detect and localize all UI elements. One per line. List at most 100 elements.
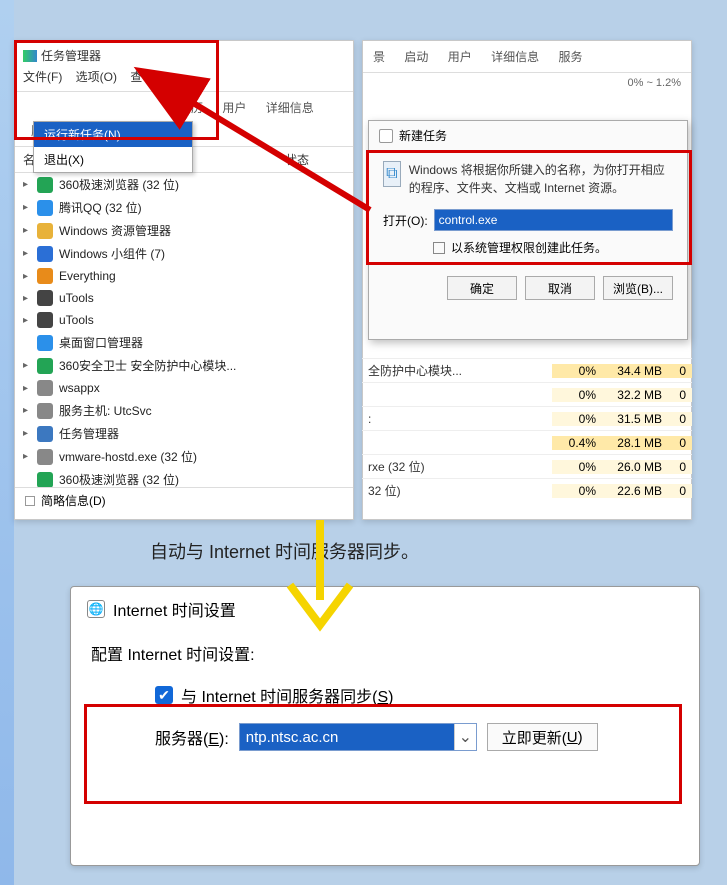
process-row[interactable]: ▸ 任务管理器 bbox=[15, 422, 353, 445]
row-memory: 32.2 MB bbox=[602, 388, 668, 402]
expand-caret-icon[interactable]: ▸ bbox=[23, 405, 35, 416]
run-dialog-description: ⧉ Windows 将根据你所键入的名称，为你打开相应的程序、文件夹、文档或 I… bbox=[383, 161, 673, 197]
process-icon bbox=[37, 312, 53, 328]
row-tail: 0 bbox=[668, 412, 692, 426]
menu-run-new-task[interactable]: 运行新任务(N) bbox=[34, 122, 192, 147]
process-row[interactable]: ▸wsappx bbox=[15, 377, 353, 399]
file-menu-dropdown: 运行新任务(N) 退出(X) bbox=[33, 121, 193, 173]
run-open-input[interactable] bbox=[434, 209, 673, 231]
expand-caret-icon[interactable]: ▸ bbox=[23, 428, 35, 439]
process-name: Windows 小组件 (7) bbox=[59, 245, 345, 262]
expand-caret-icon[interactable]: ▸ bbox=[23, 293, 35, 304]
process-row[interactable]: ▸360安全卫士 安全防护中心模块... bbox=[15, 354, 353, 377]
tab-details[interactable]: 详细信息 bbox=[258, 96, 322, 119]
table-row[interactable]: 全防护中心模块...0%34.4 MB0 bbox=[362, 358, 692, 382]
right-tabs: 景 启动 用户 详细信息 服务 bbox=[363, 41, 691, 72]
expand-caret-icon[interactable]: ▸ bbox=[23, 248, 35, 259]
right-tab-services[interactable]: 服务 bbox=[550, 45, 590, 68]
process-icon bbox=[37, 268, 53, 284]
chevron-down-icon[interactable]: ⌄ bbox=[454, 724, 476, 750]
update-ul: U bbox=[567, 729, 578, 746]
server-label-pre: 服务器( bbox=[155, 731, 208, 748]
task-manager-icon bbox=[23, 50, 37, 62]
process-icon bbox=[37, 403, 53, 419]
expand-caret-icon[interactable]: ▸ bbox=[23, 179, 35, 190]
row-name: 全防护中心模块... bbox=[362, 362, 552, 379]
expand-caret-icon[interactable]: ▸ bbox=[23, 202, 35, 213]
col-status[interactable]: 状态 bbox=[285, 151, 345, 168]
row-memory: 22.6 MB bbox=[602, 484, 668, 498]
expand-caret-icon[interactable]: ▸ bbox=[23, 383, 35, 394]
fewer-details-label[interactable]: 简略信息(D) bbox=[41, 492, 106, 509]
task-manager-title-text: 任务管理器 bbox=[41, 47, 101, 64]
expand-caret-icon[interactable]: ▸ bbox=[23, 315, 35, 326]
menu-exit[interactable]: 退出(X) bbox=[34, 147, 192, 172]
update-post: ) bbox=[578, 729, 583, 746]
server-label-ul: E bbox=[208, 731, 219, 748]
row-cpu: 0% bbox=[552, 388, 602, 402]
process-row[interactable]: ▸服务主机: UtcSvc bbox=[15, 399, 353, 422]
menu-view[interactable]: 查看(V) bbox=[130, 70, 170, 84]
expand-caret-icon[interactable]: ▸ bbox=[23, 271, 35, 282]
tab-users[interactable]: 用户 bbox=[214, 96, 254, 119]
right-tab-users[interactable]: 用户 bbox=[440, 45, 480, 68]
table-row[interactable]: 0.4%28.1 MB0 bbox=[362, 430, 692, 454]
update-pre: 立即更新( bbox=[502, 727, 567, 748]
right-tab-details[interactable]: 详细信息 bbox=[483, 45, 547, 68]
process-row[interactable]: ▸ Windows 资源管理器 bbox=[15, 219, 353, 242]
expand-caret-icon[interactable]: ▸ bbox=[23, 360, 35, 371]
row-memory: 31.5 MB bbox=[602, 412, 668, 426]
server-combobox[interactable]: ntp.ntsc.ac.cn ⌄ bbox=[239, 723, 477, 751]
sync-checkbox[interactable]: ✔ bbox=[155, 686, 173, 704]
right-tab-startup[interactable]: 启动 bbox=[396, 45, 436, 68]
row-tail: 0 bbox=[668, 364, 692, 378]
row-memory: 28.1 MB bbox=[602, 436, 668, 450]
process-name: 任务管理器 bbox=[59, 425, 345, 442]
process-icon bbox=[37, 449, 53, 465]
process-icon bbox=[37, 177, 53, 193]
row-cpu: 0% bbox=[552, 460, 602, 474]
internet-time-titlebar: 🌐 Internet 时间设置 bbox=[71, 587, 699, 631]
update-now-button[interactable]: 立即更新(U) bbox=[487, 723, 598, 751]
expand-caret-icon[interactable]: ▸ bbox=[23, 451, 35, 462]
menu-file[interactable]: 文件(F) bbox=[23, 70, 62, 84]
menu-options[interactable]: 选项(O) bbox=[76, 70, 117, 84]
table-row[interactable]: 32 位)0%22.6 MB0 bbox=[362, 478, 692, 502]
table-row[interactable]: 0%32.2 MB0 bbox=[362, 382, 692, 406]
right-tab-history[interactable]: 景 bbox=[365, 45, 393, 68]
run-ok-button[interactable]: 确定 bbox=[447, 276, 517, 300]
process-icon bbox=[37, 426, 53, 442]
sync-label-ul: S bbox=[377, 689, 388, 706]
run-cancel-button[interactable]: 取消 bbox=[525, 276, 595, 300]
table-row[interactable]: :0%31.5 MB0 bbox=[362, 406, 692, 430]
process-icon bbox=[37, 472, 53, 488]
row-tail: 0 bbox=[668, 484, 692, 498]
row-cpu: 0.4% bbox=[552, 436, 602, 450]
run-admin-checkbox[interactable] bbox=[433, 242, 445, 254]
right-process-table: 全防护中心模块...0%34.4 MB00%32.2 MB0:0%31.5 MB… bbox=[362, 358, 692, 502]
process-row[interactable]: ▸ uTools bbox=[15, 309, 353, 331]
globe-icon: 🌐 bbox=[87, 600, 105, 618]
process-name: uTools bbox=[59, 313, 345, 327]
table-row[interactable]: rxe (32 位)0%26.0 MB0 bbox=[362, 454, 692, 478]
task-manager-window: 任务管理器 文件(F) 选项(O) 查看(V) 历 用户 详细信息 服务 名称 … bbox=[14, 40, 354, 520]
server-value: ntp.ntsc.ac.cn bbox=[240, 724, 454, 750]
fewer-details-caret[interactable] bbox=[25, 496, 35, 506]
process-row[interactable]: ▸Everything bbox=[15, 265, 353, 287]
process-row[interactable]: 桌面窗口管理器 bbox=[15, 331, 353, 354]
process-name: Windows 资源管理器 bbox=[59, 222, 345, 239]
process-icon bbox=[37, 290, 53, 306]
run-browse-button[interactable]: 浏览(B)... bbox=[603, 276, 673, 300]
process-row[interactable]: ▸uTools bbox=[15, 287, 353, 309]
expand-caret-icon[interactable]: ▸ bbox=[23, 225, 35, 236]
run-admin-label: 以系统管理权限创建此任务。 bbox=[451, 239, 607, 256]
process-icon bbox=[37, 358, 53, 374]
process-row[interactable]: ▸ Windows 小组件 (7) bbox=[15, 242, 353, 265]
process-row[interactable]: ▸腾讯QQ (32 位) bbox=[15, 196, 353, 219]
row-tail: 0 bbox=[668, 388, 692, 402]
run-dialog-big-icon: ⧉ bbox=[383, 161, 401, 187]
process-row[interactable]: ▸360极速浏览器 (32 位) bbox=[15, 173, 353, 196]
process-row[interactable]: ▸vmware-hostd.exe (32 位) bbox=[15, 445, 353, 468]
process-icon bbox=[37, 335, 53, 351]
tab-frag-history[interactable]: 历 bbox=[183, 96, 211, 119]
